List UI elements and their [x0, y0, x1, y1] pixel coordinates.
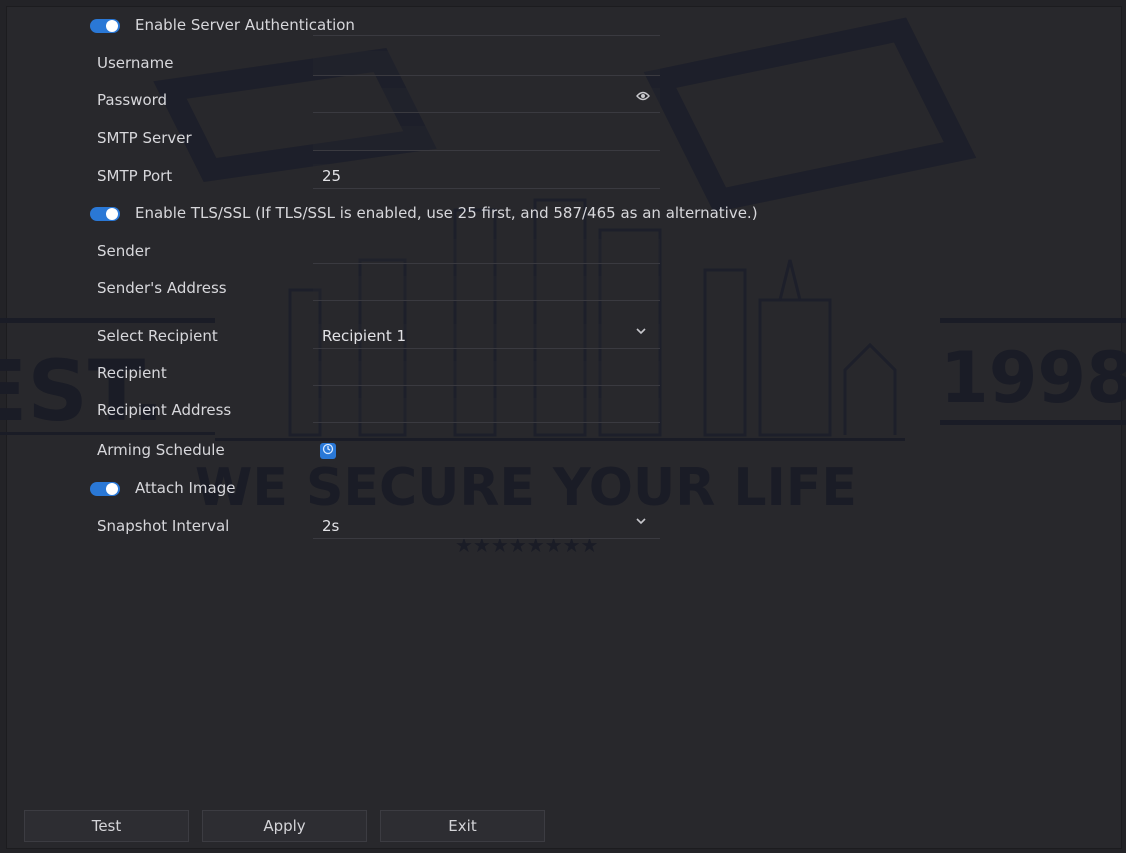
sender-address-label: Sender's Address	[97, 279, 227, 297]
smtp-server-input[interactable]	[313, 126, 660, 151]
sender-input[interactable]	[313, 239, 660, 264]
enable-server-auth-toggle[interactable]	[90, 19, 120, 33]
enable-server-auth-row: Enable Server Authentication	[0, 11, 1126, 41]
test-button[interactable]: Test	[24, 810, 189, 842]
username-label: Username	[97, 54, 174, 72]
apply-button[interactable]: Apply	[202, 810, 367, 842]
attach-image-row: Attach Image	[0, 474, 1126, 504]
username-input[interactable]	[313, 51, 660, 76]
select-recipient-label: Select Recipient	[97, 327, 218, 345]
sender-label: Sender	[97, 242, 151, 260]
recipient-address-row: Recipient Address	[0, 396, 1126, 426]
smtp-server-label: SMTP Server	[97, 129, 192, 147]
password-label: Password	[97, 91, 168, 109]
recipient-input[interactable]	[313, 361, 660, 386]
recipient-label: Recipient	[97, 364, 167, 382]
enable-server-auth-underline	[313, 13, 660, 36]
recipient-address-label: Recipient Address	[97, 401, 232, 419]
smtp-port-label: SMTP Port	[97, 167, 173, 185]
smtp-server-row: SMTP Server	[0, 124, 1126, 154]
recipient-row: Recipient	[0, 359, 1126, 389]
select-recipient-dropdown[interactable]: Recipient 1	[313, 324, 660, 349]
schedule-icon[interactable]	[320, 443, 336, 459]
smtp-port-row: SMTP Port 25	[0, 162, 1126, 192]
smtp-port-input[interactable]: 25	[313, 164, 660, 189]
sender-address-row: Sender's Address	[0, 274, 1126, 304]
enable-tls-toggle[interactable]	[90, 207, 120, 221]
password-row: Password	[0, 86, 1126, 116]
snapshot-interval-value: 2s	[322, 517, 340, 535]
arming-schedule-row: Arming Schedule	[0, 436, 1126, 466]
sender-address-input[interactable]	[313, 276, 660, 301]
username-row: Username	[0, 49, 1126, 79]
chevron-down-icon	[636, 515, 646, 530]
attach-image-toggle[interactable]	[90, 482, 120, 496]
eye-icon[interactable]	[636, 91, 650, 104]
arming-schedule-label: Arming Schedule	[97, 441, 225, 459]
chevron-down-icon	[636, 325, 646, 340]
attach-image-label: Attach Image	[135, 479, 236, 497]
exit-button[interactable]: Exit	[380, 810, 545, 842]
snapshot-interval-label: Snapshot Interval	[97, 517, 230, 535]
sender-row: Sender	[0, 237, 1126, 267]
password-input[interactable]	[313, 88, 660, 113]
recipient-address-input[interactable]	[313, 398, 660, 423]
select-recipient-value: Recipient 1	[322, 327, 407, 345]
enable-tls-label: Enable TLS/SSL (If TLS/SSL is enabled, u…	[135, 204, 758, 222]
smtp-port-value: 25	[322, 167, 342, 185]
snapshot-interval-dropdown[interactable]: 2s	[313, 514, 660, 539]
snapshot-interval-row: Snapshot Interval 2s	[0, 512, 1126, 542]
select-recipient-row: Select Recipient Recipient 1	[0, 322, 1126, 352]
enable-tls-row: Enable TLS/SSL (If TLS/SSL is enabled, u…	[0, 199, 1126, 229]
